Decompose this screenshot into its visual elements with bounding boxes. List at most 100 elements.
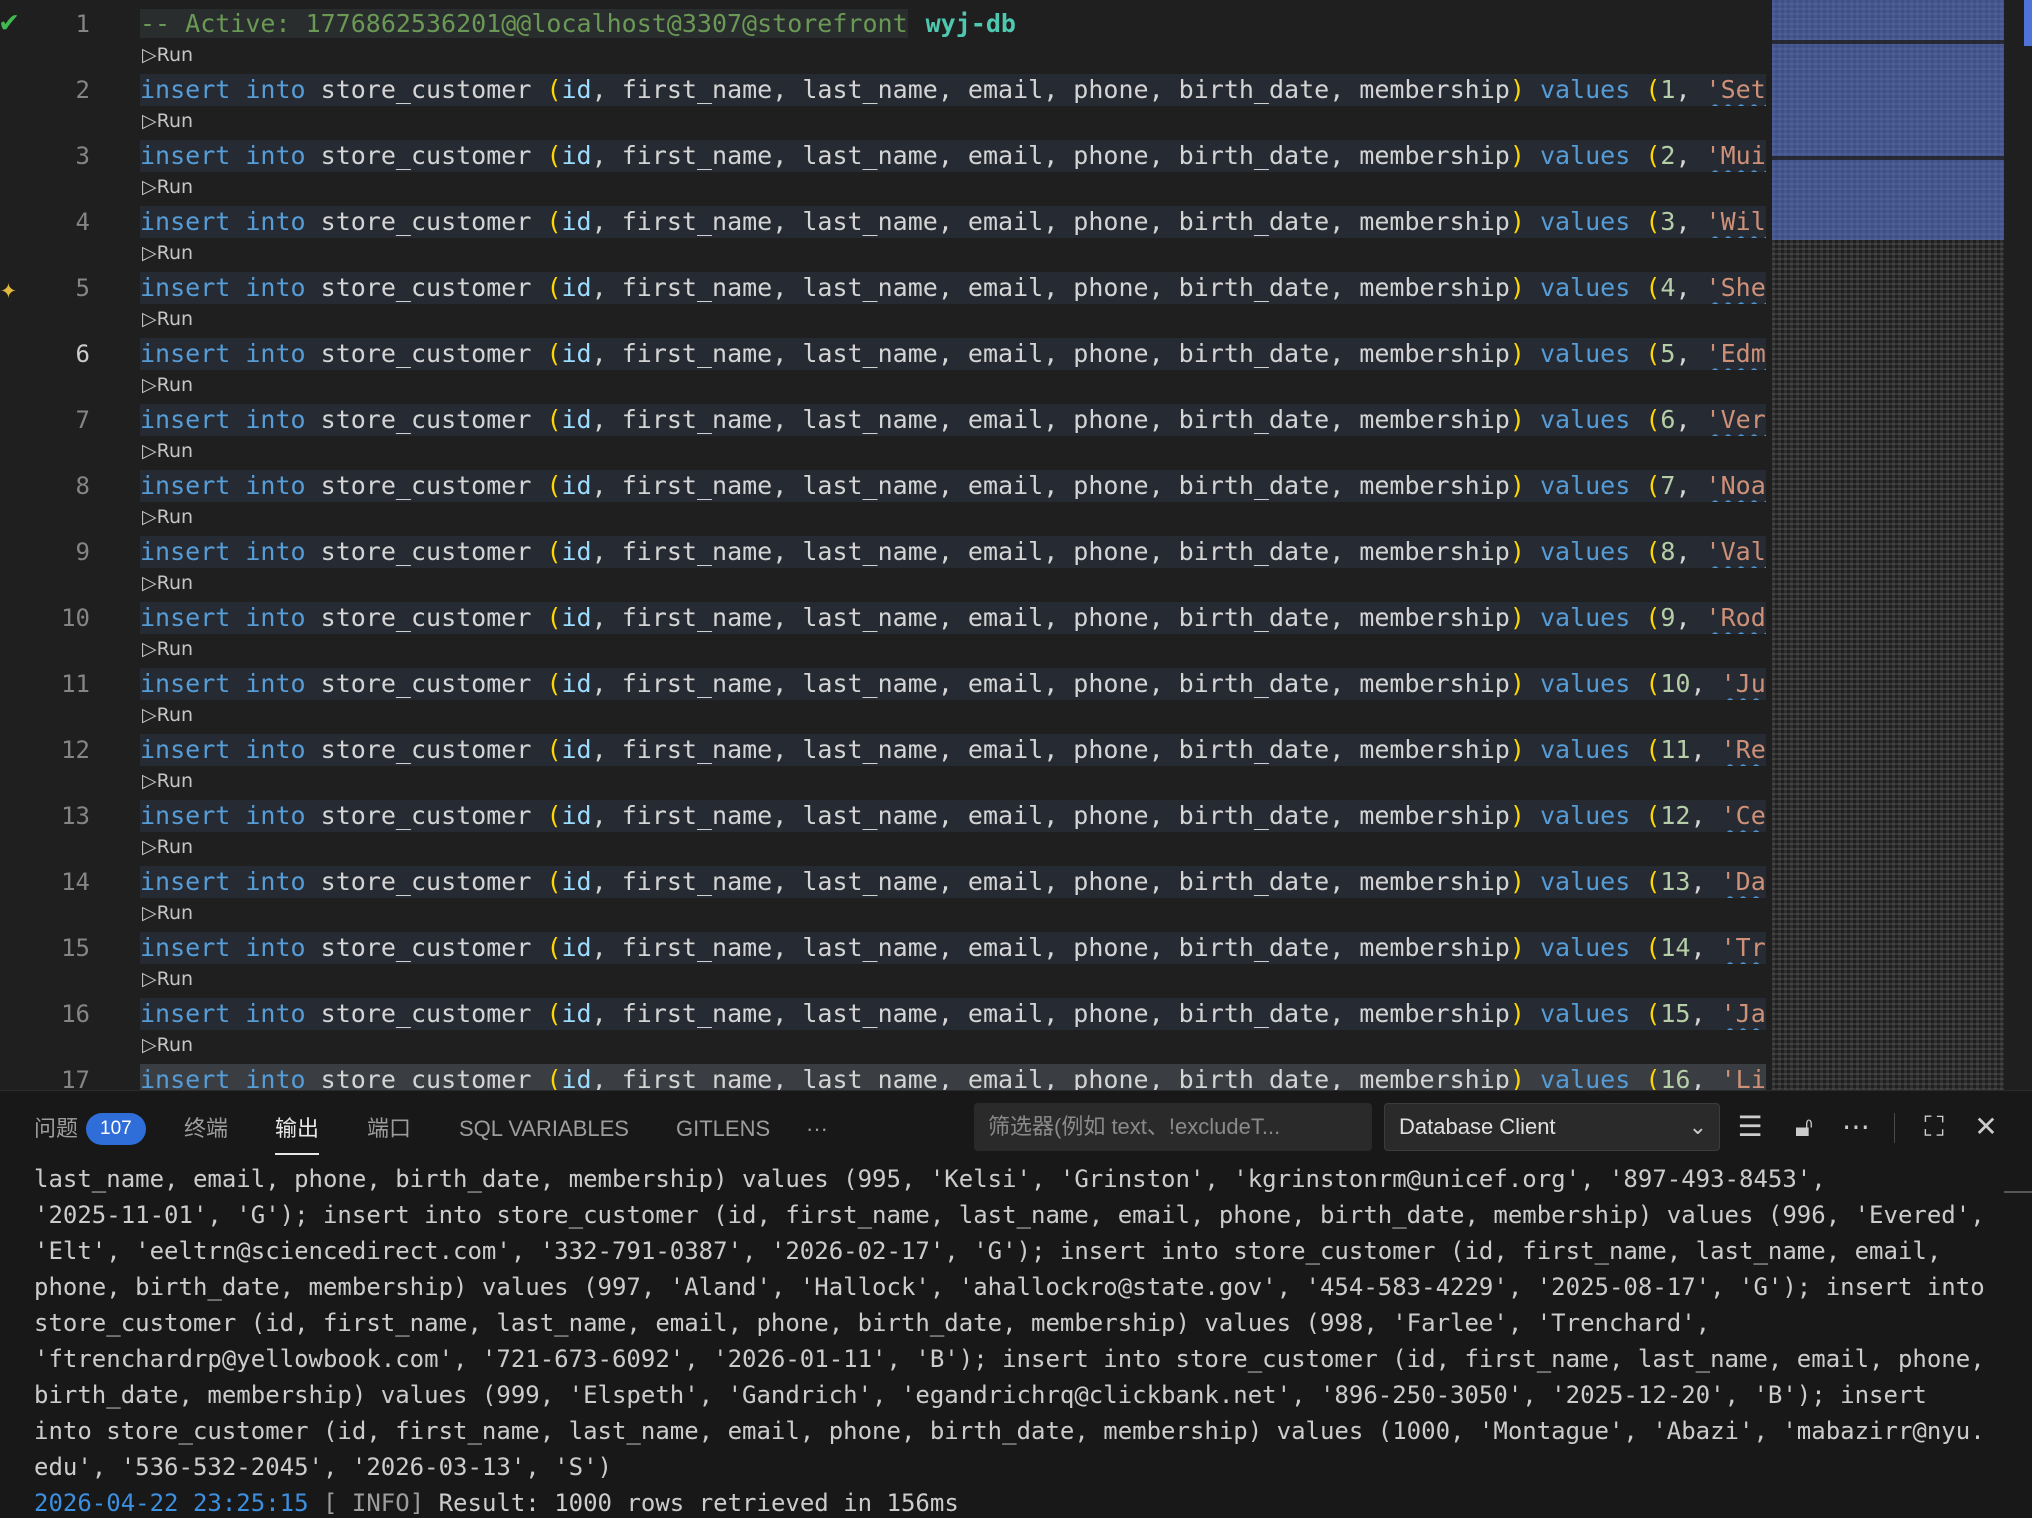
tab-gitlens[interactable]: GITLENS	[676, 1113, 770, 1145]
column-name: membership	[1359, 669, 1510, 698]
run-codelens[interactable]: ▷Run	[142, 704, 193, 726]
column-name: birth_date	[1178, 537, 1330, 566]
insert-statement[interactable]: insert into store_customer (id, first_na…	[140, 866, 1766, 898]
insert-statement[interactable]: insert into store_customer (id, first_na…	[140, 140, 1766, 172]
minimap[interactable]	[1772, 0, 2004, 1090]
column-name: membership	[1359, 207, 1510, 236]
comma: ,	[591, 735, 622, 764]
paren-open: (	[546, 537, 562, 566]
table-name: store_customer	[320, 207, 532, 236]
run-codelens[interactable]: ▷Run	[142, 176, 193, 198]
insert-statement[interactable]: insert into store_customer (id, first_na…	[140, 74, 1766, 106]
keyword-into: into	[245, 867, 306, 896]
run-codelens[interactable]: ▷Run	[142, 902, 193, 924]
keyword-values: values	[1539, 669, 1631, 698]
run-codelens[interactable]: ▷Run	[142, 638, 193, 660]
editor-gutter: 1 2 3 4 5 6 7 8 9 10 11 12 13 14 15 16 17 ✔ ✦	[0, 0, 130, 1090]
comma: ,	[772, 999, 803, 1028]
insert-statement[interactable]: insert into store_customer (id, first_na…	[140, 734, 1766, 766]
paren-close: )	[1509, 471, 1525, 500]
run-codelens[interactable]: ▷Run	[142, 308, 193, 330]
run-codelens[interactable]: ▷Run	[142, 770, 193, 792]
lock-icon[interactable]: 🔓︎	[1786, 1107, 1822, 1147]
insert-statement[interactable]: insert into store_customer (id, first_na…	[140, 404, 1766, 436]
wrap-lines-icon[interactable]: ☰	[1732, 1107, 1768, 1147]
tab-ports[interactable]: 端口	[367, 1113, 411, 1145]
table-name: store_customer	[320, 669, 532, 698]
maximize-icon[interactable]: ⛶	[1916, 1107, 1952, 1147]
comma: ,	[1329, 801, 1360, 830]
checkmark-icon[interactable]: ✔	[0, 4, 18, 39]
output-filter-input[interactable]: 筛选器(例如 text、!excludeT...	[974, 1103, 1372, 1151]
column-name: email	[967, 141, 1044, 170]
insert-statement[interactable]: insert into store_customer (id, first_na…	[140, 536, 1766, 568]
column-name: id	[561, 75, 592, 104]
column-name: first_name	[621, 75, 773, 104]
keyword-insert: insert	[140, 999, 231, 1028]
insert-statement[interactable]: insert into store_customer (id, first_na…	[140, 1064, 1766, 1090]
code-line-8: insert into store_customer (id, first_na…	[140, 462, 1770, 528]
run-codelens[interactable]: ▷Run	[142, 506, 193, 528]
run-codelens[interactable]: ▷Run	[142, 44, 193, 66]
connection-comment-line[interactable]: -- Active: 1776862536201@@localhost@3307…	[140, 8, 1766, 40]
paren-open: (	[546, 141, 562, 170]
keyword-values: values	[1539, 603, 1631, 632]
insert-statement[interactable]: insert into store_customer (id, first_na…	[140, 602, 1766, 634]
run-codelens[interactable]: ▷Run	[142, 242, 193, 264]
editor-scrollbar[interactable]	[2006, 0, 2032, 1090]
output-log[interactable]: last_name, email, phone, birth_date, mem…	[34, 1161, 1994, 1518]
output-channel-select[interactable]: Database Client ⌄	[1384, 1103, 1720, 1151]
tabs-overflow-more[interactable]: ···	[806, 1113, 828, 1145]
tab-problems[interactable]: 问题 107	[34, 1113, 146, 1145]
insert-statement[interactable]: insert into store_customer (id, first_na…	[140, 668, 1766, 700]
editor-scrollbar-thumb[interactable]	[2024, 0, 2032, 46]
value-first-name: 'Reba',	[1720, 735, 1766, 764]
run-codelens[interactable]: ▷Run	[142, 110, 193, 132]
run-codelens[interactable]: ▷Run	[142, 440, 193, 462]
column-name: birth_date	[1178, 669, 1330, 698]
tab-terminal[interactable]: 终端	[184, 1113, 228, 1145]
sparkle-icon[interactable]: ✦	[0, 272, 17, 305]
column-name: id	[561, 273, 592, 302]
insert-statement[interactable]: insert into store_customer (id, first_na…	[140, 470, 1766, 502]
minimap-slider[interactable]	[1772, 0, 2004, 240]
paren-open: (	[546, 669, 562, 698]
insert-statement[interactable]: insert into store_customer (id, first_na…	[140, 800, 1766, 832]
column-name: email	[967, 273, 1044, 302]
output-line: 'Elt', 'eeltrn@sciencedirect.com', '332-…	[34, 1237, 1942, 1265]
insert-statement[interactable]: insert into store_customer (id, first_na…	[140, 932, 1766, 964]
more-icon[interactable]: ⋯	[1838, 1107, 1874, 1147]
output-line: 'ftrenchardrp@yellowbook.com', '721-673-…	[34, 1345, 1985, 1373]
insert-statement[interactable]: insert into store_customer (id, first_na…	[140, 338, 1766, 370]
run-codelens[interactable]: ▷Run	[142, 1034, 193, 1056]
value-first-name: 'Valentir	[1705, 537, 1766, 566]
tab-output[interactable]: 输出	[275, 1113, 320, 1155]
code-line-10: insert into store_customer (id, first_na…	[140, 594, 1770, 660]
tab-sql-variables[interactable]: SQL VARIABLES	[459, 1113, 629, 1145]
line-number: 3	[75, 142, 90, 170]
comma: ,	[1043, 669, 1074, 698]
output-scrollbar[interactable]	[2004, 1191, 2032, 1193]
comma: ,	[1675, 339, 1706, 368]
insert-statement[interactable]: insert into store_customer (id, first_na…	[140, 272, 1766, 304]
run-codelens[interactable]: ▷Run	[142, 572, 193, 594]
insert-statement[interactable]: insert into store_customer (id, first_na…	[140, 998, 1766, 1030]
sql-editor[interactable]: 1 2 3 4 5 6 7 8 9 10 11 12 13 14 15 16 17 ✔ ✦ -- Active: 1…	[0, 0, 2032, 1090]
code-area[interactable]: -- Active: 1776862536201@@localhost@3307…	[140, 0, 1770, 1090]
insert-statement[interactable]: insert into store_customer (id, first_na…	[140, 206, 1766, 238]
keyword-insert: insert	[140, 933, 231, 962]
run-codelens[interactable]: ▷Run	[142, 968, 193, 990]
run-codelens[interactable]: ▷Run	[142, 836, 193, 858]
close-icon[interactable]: ✕	[1968, 1107, 2004, 1147]
paren-close: )	[1509, 933, 1525, 962]
run-codelens[interactable]: ▷Run	[142, 374, 193, 396]
column-name: first_name	[621, 933, 773, 962]
